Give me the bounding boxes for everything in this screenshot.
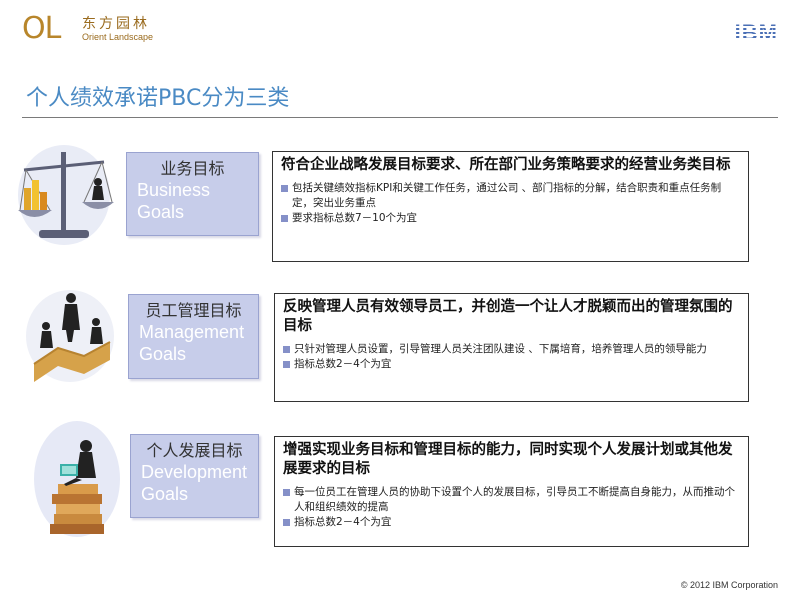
company-logo: OL 东方园林 Orient Landscape	[22, 14, 153, 44]
scales-illustration	[14, 140, 114, 254]
list-item: 每一位员工在管理人员的协助下设置个人的发展目标，引导员工不断提高自身能力，从而推…	[283, 485, 740, 515]
development-goals-label: 个人发展目标 Development Goals	[130, 434, 259, 518]
development-goals-cn: 个人发展目标	[146, 441, 243, 460]
slide-title: 个人绩效承诺PBC分为三类	[26, 86, 290, 111]
logo-english-name: Orient Landscape	[82, 31, 154, 42]
title-divider	[22, 117, 778, 118]
list-item: 只针对管理人员设置，引导管理人员关注团队建设 、下属培育，培养管理人员的领导能力	[283, 342, 740, 357]
list-item: 要求指标总数7－10个为宜	[281, 211, 740, 226]
business-goals-cn: 业务目标	[160, 159, 225, 178]
list-item: 包括关键绩效指标KPI和关键工作任务，通过公司 、部门指标的分解，结合职责和重点…	[281, 181, 740, 211]
management-goals-heading: 反映管理人员有效领导员工，并创造一个让人才脱颖而出的管理氛围的目标	[283, 299, 733, 334]
business-goals-heading: 符合企业战略发展目标要求、所在部门业务策略要求的经营业务类目标	[281, 157, 731, 173]
business-goals-description: 符合企业战略发展目标要求、所在部门业务策略要求的经营业务类目标 包括关键绩效指标…	[272, 151, 749, 262]
list-item: 指标总数2－4个为宜	[283, 357, 740, 372]
logo-chinese-name: 东方园林	[82, 15, 150, 32]
business-goals-label: 业务目标 Business Goals	[126, 152, 259, 236]
copyright-footer: © 2012 IBM Corporation	[680, 580, 778, 590]
business-goals-en: Business Goals	[137, 180, 211, 222]
development-goals-description: 增强实现业务目标和管理目标的能力，同时实现个人发展计划或其他发展要求的目标 每一…	[274, 436, 749, 547]
management-goals-en: Management Goals	[139, 322, 245, 364]
reading-illustration	[32, 418, 122, 544]
list-item: 指标总数2－4个为宜	[283, 515, 740, 530]
team-illustration	[24, 286, 116, 390]
development-goals-heading: 增强实现业务目标和管理目标的能力，同时实现个人发展计划或其他发展要求的目标	[283, 442, 733, 477]
management-goals-label: 员工管理目标 Management Goals	[128, 294, 259, 379]
management-goals-cn: 员工管理目标	[145, 301, 242, 320]
logo-mark: OL	[22, 11, 61, 46]
development-goals-en: Development Goals	[141, 462, 248, 504]
management-goals-description: 反映管理人员有效领导员工，并创造一个让人才脱颖而出的管理氛围的目标 只针对管理人…	[274, 293, 749, 402]
ibm-logo: IBM	[734, 20, 778, 45]
